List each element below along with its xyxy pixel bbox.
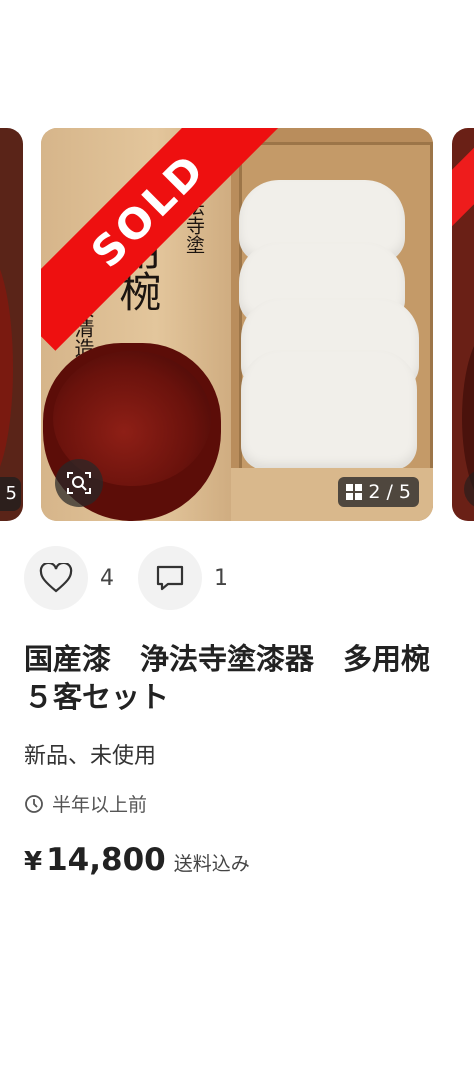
posted-time: 半年以上前 [24, 790, 147, 817]
sold-ribbon-partial [452, 128, 474, 235]
zoom-button[interactable] [55, 459, 103, 507]
wrapped-bowl [241, 350, 417, 470]
carousel-next-image[interactable] [452, 128, 474, 521]
clock-icon [25, 794, 43, 813]
shipping-label: 送料込み [173, 853, 250, 875]
action-row: 4 1 [24, 546, 252, 610]
heart-icon [39, 563, 73, 593]
comment-button[interactable] [138, 546, 202, 610]
carousel-prev-image[interactable]: 5 [0, 128, 23, 521]
prev-counter-badge: 5 [0, 477, 21, 511]
zoom-button-partial [464, 469, 474, 509]
like-count: 4 [100, 565, 114, 591]
image-counter: 2 / 5 [368, 481, 411, 503]
currency-symbol: ¥ [24, 847, 43, 877]
image-carousel[interactable]: 5 浄法寺塗 多用椀 大清造 SOLD [0, 128, 474, 521]
item-condition: 新品、未使用 [24, 744, 157, 769]
posted-time-text: 半年以上前 [52, 794, 148, 816]
item-title: 国産漆 浄法寺塗漆器 多用椀５客セット [24, 642, 431, 714]
grid-icon [346, 484, 363, 500]
like-button[interactable] [24, 546, 88, 610]
item-price: 14,800 [46, 842, 166, 878]
image-counter-badge: 2 / 5 [338, 477, 419, 507]
search-zoom-icon [67, 472, 91, 494]
bowl-image-part [0, 248, 13, 488]
price-row: ¥ 14,800 送料込み [24, 842, 250, 878]
carousel-current-image[interactable]: 浄法寺塗 多用椀 大清造 SOLD [41, 128, 433, 521]
comment-count: 1 [214, 565, 228, 591]
comment-icon [156, 565, 184, 591]
